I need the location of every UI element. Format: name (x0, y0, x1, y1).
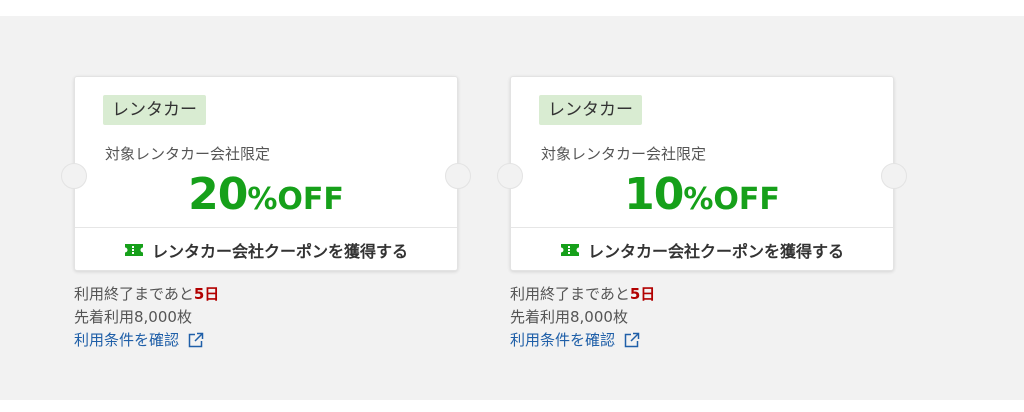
terms-link[interactable]: 利用条件を確認 (510, 329, 640, 352)
page: レンタカー 対象レンタカー会社限定 20%OFF レンタカー会社クーポンを獲得す… (0, 0, 1024, 412)
expiry-prefix: 利用終了まであと (510, 285, 630, 303)
bottom-strip (0, 400, 1024, 412)
expiry-days: 5日 (193, 285, 220, 303)
external-link-icon (624, 332, 640, 348)
terms-link[interactable]: 利用条件を確認 (74, 329, 204, 352)
target-label: 対象レンタカー会社限定 (541, 145, 707, 163)
discount-amount: 10%OFF (511, 169, 893, 220)
expiry-days: 5日 (629, 285, 656, 303)
get-coupon-label: レンタカー会社クーポンを獲得する (151, 242, 408, 261)
get-coupon-button[interactable]: レンタカー会社クーポンを獲得する (75, 228, 457, 272)
terms-link-label: 利用条件を確認 (74, 331, 180, 349)
get-coupon-button[interactable]: レンタカー会社クーポンを獲得する (511, 228, 893, 272)
discount-number: 10 (624, 169, 684, 220)
coupon-card: レンタカー 対象レンタカー会社限定 10%OFF レンタカー会社クーポンを獲得す… (497, 76, 907, 272)
ticket-icon (560, 244, 579, 256)
discount-amount: 20%OFF (75, 169, 457, 220)
coupon-1: レンタカー 対象レンタカー会社限定 20%OFF レンタカー会社クーポンを獲得す… (61, 76, 471, 352)
coupon-card: レンタカー 対象レンタカー会社限定 20%OFF レンタカー会社クーポンを獲得す… (61, 76, 471, 272)
ticket-icon (124, 244, 143, 256)
terms-link-label: 利用条件を確認 (510, 331, 616, 349)
top-strip (0, 0, 1024, 16)
coupon-meta: 利用終了まであと5日 先着利用8,000枚 利用条件を確認 (74, 283, 460, 352)
expiry-prefix: 利用終了まであと (74, 285, 194, 303)
quota-info: 先着利用8,000枚 (510, 308, 628, 326)
discount-number: 20 (188, 169, 248, 220)
external-link-icon (188, 332, 204, 348)
coupon-meta: 利用終了まであと5日 先着利用8,000枚 利用条件を確認 (510, 283, 896, 352)
expiry-info: 利用終了まであと5日 (74, 283, 460, 306)
category-badge: レンタカー (539, 95, 642, 125)
coupon-2: レンタカー 対象レンタカー会社限定 10%OFF レンタカー会社クーポンを獲得す… (497, 76, 907, 352)
quota-info: 先着利用8,000枚 (74, 308, 192, 326)
discount-unit: %OFF (247, 182, 344, 217)
expiry-info: 利用終了まであと5日 (510, 283, 896, 306)
discount-unit: %OFF (683, 182, 780, 217)
category-badge: レンタカー (103, 95, 206, 125)
target-label: 対象レンタカー会社限定 (105, 145, 271, 163)
get-coupon-label: レンタカー会社クーポンを獲得する (587, 242, 844, 261)
